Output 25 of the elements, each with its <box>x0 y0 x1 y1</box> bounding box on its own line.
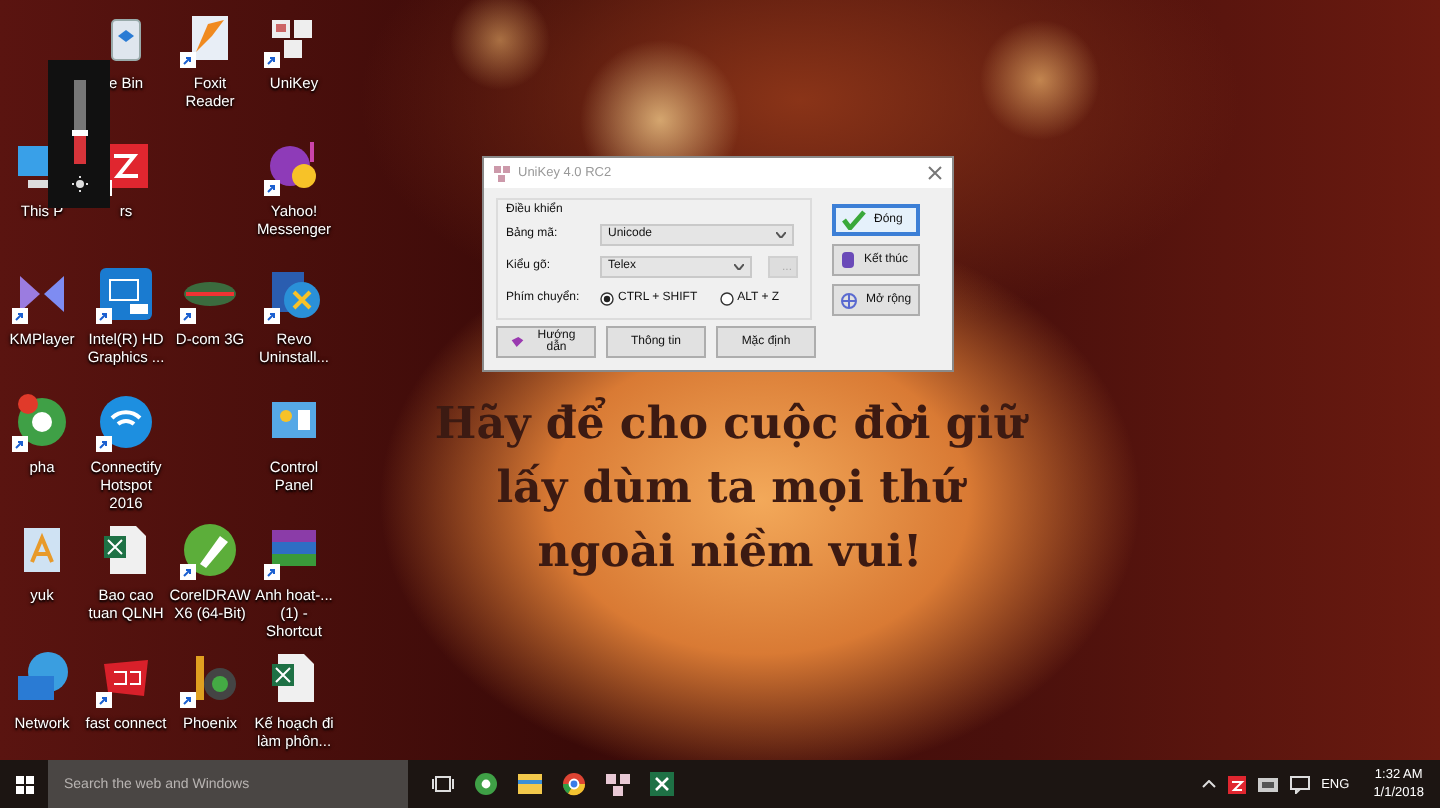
wallpaper-quote: Hãy để cho cuộc đời giữ lấy dùm ta mọi thứ ngoài niềm vui! <box>432 395 1031 582</box>
spreadsheet-icon[interactable] <box>650 772 674 796</box>
task-view-icon[interactable] <box>432 776 454 792</box>
app-icon <box>494 165 510 181</box>
wifi-icon[interactable] <box>96 392 156 452</box>
close-icon[interactable] <box>928 166 942 180</box>
radio-button[interactable] <box>719 291 734 305</box>
keyboard-keys-icon[interactable] <box>606 773 630 795</box>
app-logo-icon[interactable] <box>1227 775 1246 793</box>
browser-icon[interactable] <box>12 392 72 452</box>
chevron-down-icon <box>776 231 786 237</box>
volume-slider[interactable] <box>73 80 85 164</box>
monitor-icon[interactable] <box>96 264 156 324</box>
slider-thumb[interactable] <box>71 130 87 137</box>
pen-nib-icon[interactable] <box>180 520 240 580</box>
windows-start-icon[interactable] <box>15 775 33 793</box>
radio-button[interactable] <box>600 291 614 305</box>
message-icon[interactable] <box>1289 775 1310 793</box>
chevron-up-icon[interactable] <box>1201 780 1216 788</box>
sun-icon <box>71 176 87 192</box>
chevron-down-icon <box>734 263 744 269</box>
chrome-icon[interactable] <box>562 772 586 796</box>
checkmark-icon <box>842 210 866 230</box>
tray-app-icon[interactable] <box>1257 777 1278 791</box>
browser-icon[interactable] <box>474 772 498 796</box>
